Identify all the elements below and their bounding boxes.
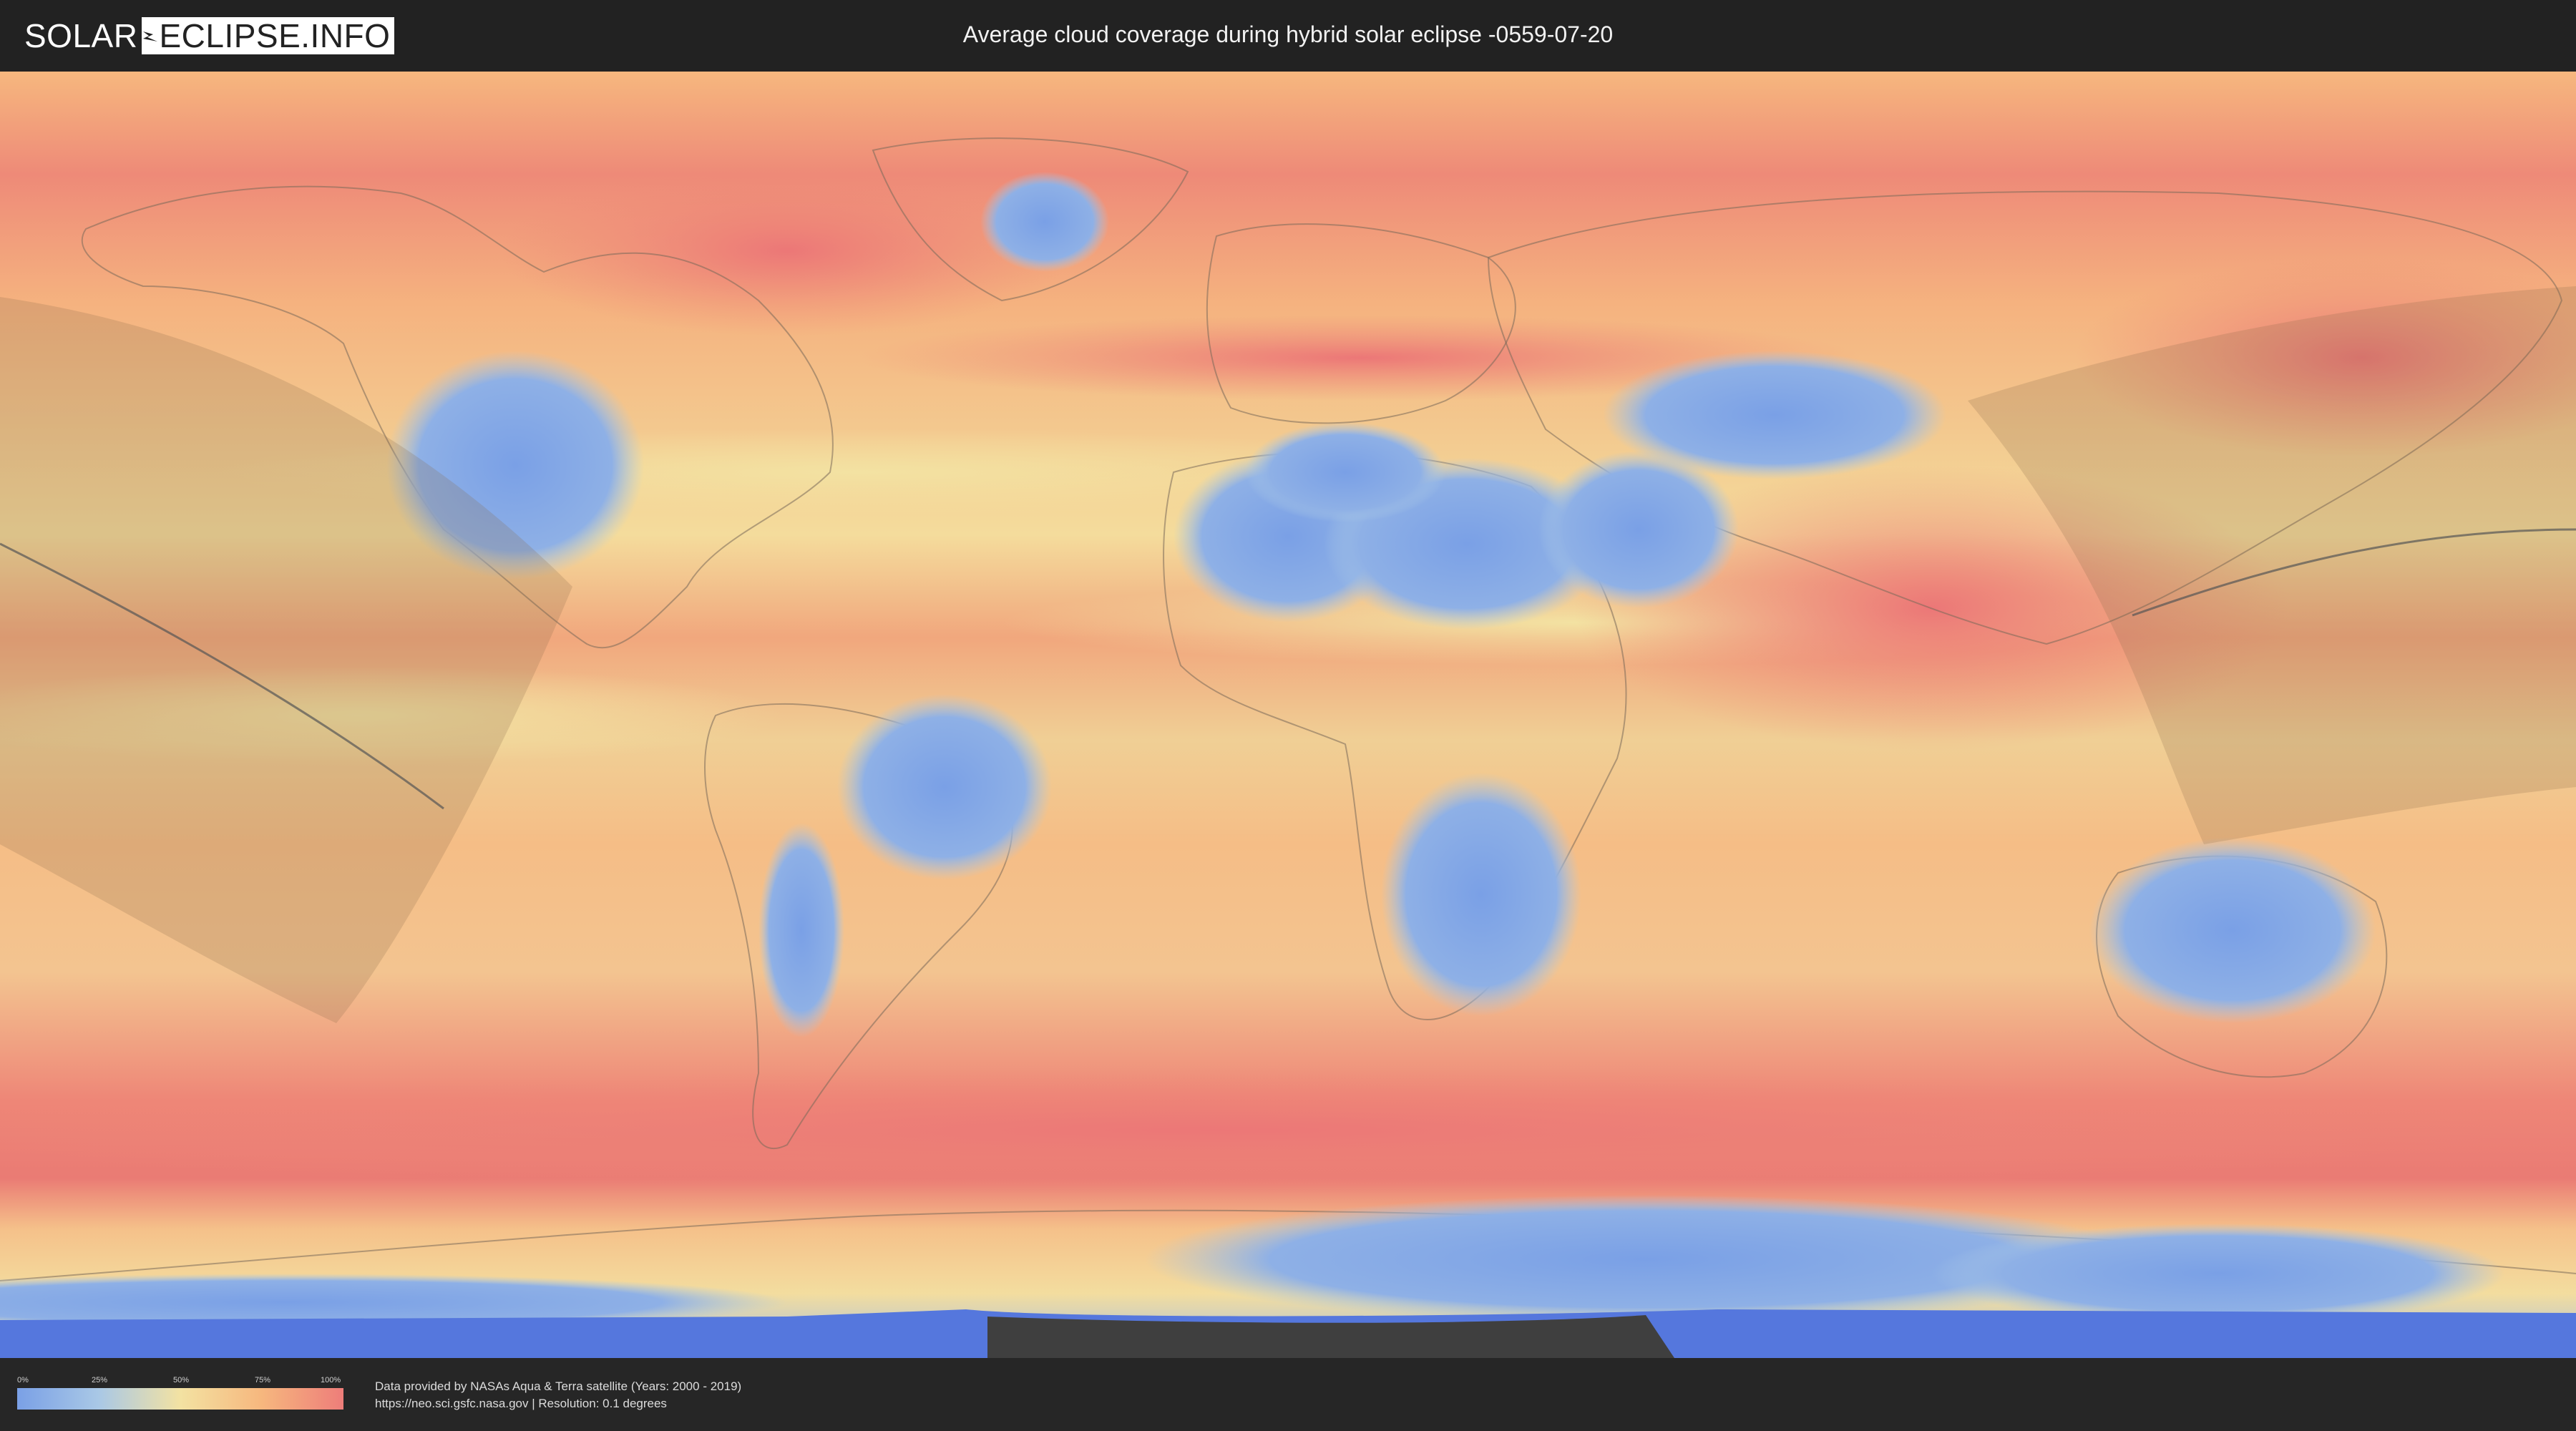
cloud-coverage-legend: 0% 25% 50% 75% 100% <box>17 1375 343 1414</box>
footer: 0% 25% 50% 75% 100% Data provided by NAS… <box>0 1358 2576 1431</box>
world-map-canvas <box>0 72 2576 1358</box>
credit-url-resolution: https://neo.sci.gsfc.nasa.gov | Resoluti… <box>375 1397 667 1410</box>
legend-tick-25: 25% <box>92 1376 108 1384</box>
legend-tick-0: 0% <box>17 1376 29 1384</box>
legend-color-scale <box>17 1388 343 1410</box>
header: SOLAR ECLIPSE.INFO Average cloud coverag… <box>0 0 2576 72</box>
cloud-coverage-map[interactable] <box>0 72 2576 1358</box>
credit-source: Data provided by NASAs Aqua & Terra sate… <box>375 1379 742 1393</box>
legend-tick-75: 75% <box>255 1376 271 1384</box>
page-title: Average cloud coverage during hybrid sol… <box>962 21 1614 47</box>
data-credits: Data provided by NASAs Aqua & Terra sate… <box>375 1378 741 1412</box>
legend-ticks: 0% 25% 50% 75% 100% <box>17 1375 343 1385</box>
legend-tick-100: 100% <box>321 1376 341 1384</box>
page: SOLAR ECLIPSE.INFO Average cloud coverag… <box>0 0 2576 1431</box>
legend-tick-50: 50% <box>173 1376 190 1384</box>
